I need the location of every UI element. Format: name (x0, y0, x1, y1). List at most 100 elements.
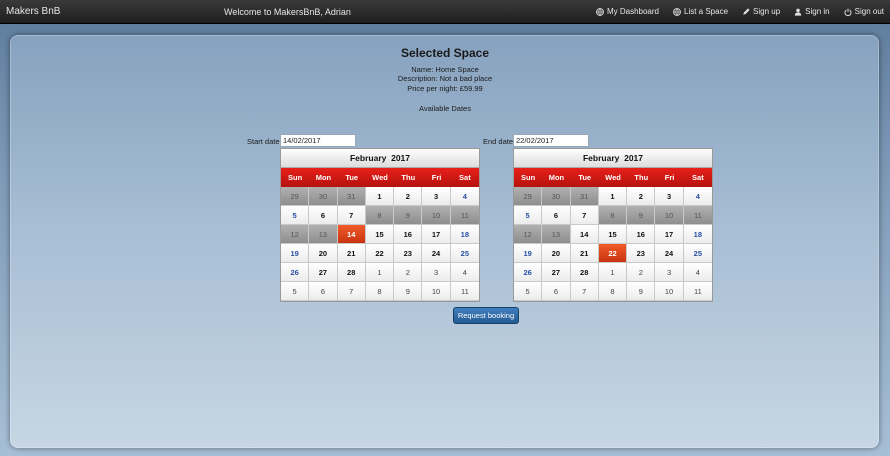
calendar-day[interactable]: 3 (655, 187, 684, 206)
calendar-day[interactable]: 26 (514, 263, 543, 282)
calendar-days-grid: 29 30 31 1 2 3 4 5 6 7 8 9 10 11 12 13 14 15 16 17 18 19 20 21 2… (281, 187, 479, 301)
calendar-day[interactable]: 26 (281, 263, 310, 282)
page-title: Selected Space (400, 46, 490, 60)
weekday-label: Sat (459, 173, 471, 182)
weekday-label: Tue (578, 173, 592, 182)
calendar-day[interactable]: 2 (627, 187, 656, 206)
weekday-label: Thu (401, 173, 416, 182)
calendar-day[interactable]: 3 (422, 187, 451, 206)
calendar-day[interactable]: 18 (683, 225, 712, 244)
calendar-day-selected[interactable]: 14 (337, 225, 366, 244)
calendar-day[interactable]: 16 (627, 225, 656, 244)
calendar-day[interactable]: 20 (309, 244, 338, 263)
calendar-day[interactable]: 23 (394, 244, 423, 263)
calendar-day[interactable]: 5 (514, 206, 543, 225)
calendar-day[interactable]: 5 (281, 282, 310, 301)
calendar-day[interactable]: 6 (309, 282, 338, 301)
calendar-day[interactable]: 9 (394, 282, 423, 301)
nav-my-dashboard-label: My Dashboard (606, 7, 659, 16)
end-date-input[interactable] (513, 134, 589, 147)
weekday-label: Sat (692, 173, 704, 182)
calendar-day: 9 (394, 206, 423, 225)
calendar-day[interactable]: 7 (337, 206, 366, 225)
calendar-day: 31 (337, 187, 366, 206)
pencil-icon (742, 7, 750, 16)
calendar-day: 29 (514, 187, 543, 206)
calendar-day[interactable]: 21 (337, 244, 366, 263)
calendar-day[interactable]: 1 (365, 263, 395, 282)
end-date-calendar: February 2017 Sun Mon Tue Wed Thu Fri Sa… (513, 148, 713, 302)
calendar-day[interactable]: 4 (683, 187, 712, 206)
calendar-day[interactable]: 18 (450, 225, 479, 244)
calendar-day[interactable]: 17 (422, 225, 451, 244)
calendar-day[interactable]: 3 (655, 263, 684, 282)
calendar-day[interactable]: 11 (683, 282, 712, 301)
nav-sign-out[interactable]: Sign out (844, 7, 884, 16)
calendar-day[interactable]: 28 (570, 263, 599, 282)
calendar-day[interactable]: 2 (627, 263, 656, 282)
space-description: Description: Not a bad place (397, 74, 493, 83)
calendar-month: February (349, 153, 387, 163)
calendar-day[interactable]: 6 (542, 206, 571, 225)
calendar-day[interactable]: 1 (598, 187, 628, 206)
weekday-label: Fri (664, 173, 675, 182)
nav-sign-up[interactable]: Sign up (742, 7, 780, 16)
calendar-day[interactable]: 5 (514, 282, 543, 301)
calendar-day[interactable]: 20 (542, 244, 571, 263)
calendar-day[interactable]: 8 (365, 282, 395, 301)
power-icon (844, 8, 852, 16)
nav-list-a-space[interactable]: List a Space (673, 7, 728, 16)
nav-my-dashboard[interactable]: My Dashboard (596, 7, 659, 16)
globe-icon (596, 7, 604, 16)
calendar-day[interactable]: 1 (598, 263, 628, 282)
calendar-day[interactable]: 22 (365, 244, 395, 263)
calendar-day[interactable]: 19 (514, 244, 543, 263)
calendar-day[interactable]: 5 (281, 206, 310, 225)
request-booking-button[interactable]: Request booking (453, 307, 519, 324)
calendar-day[interactable]: 14 (570, 225, 599, 244)
calendar-day: 31 (570, 187, 599, 206)
calendar-day[interactable]: 6 (309, 206, 338, 225)
calendar-day[interactable]: 23 (627, 244, 656, 263)
user-icon (794, 8, 802, 16)
calendar-day[interactable]: 10 (422, 282, 451, 301)
calendar-day[interactable]: 24 (655, 244, 684, 263)
calendar-day[interactable]: 28 (337, 263, 366, 282)
calendar-day[interactable]: 10 (655, 282, 684, 301)
start-date-input[interactable] (280, 134, 356, 147)
weekday-label: Mon (548, 173, 565, 182)
calendar-day[interactable]: 25 (450, 244, 479, 263)
calendar-year: 2017 (624, 153, 644, 163)
calendar-day[interactable]: 7 (570, 206, 599, 225)
calendar-day[interactable]: 4 (450, 263, 479, 282)
calendar-day-selected[interactable]: 22 (598, 244, 628, 263)
calendar-day[interactable]: 3 (422, 263, 451, 282)
calendar-day[interactable]: 27 (542, 263, 571, 282)
calendar-day[interactable]: 17 (655, 225, 684, 244)
calendar-day[interactable]: 2 (394, 187, 423, 206)
calendar-day[interactable]: 15 (598, 225, 628, 244)
nav-sign-in[interactable]: Sign in (794, 7, 830, 16)
calendar-day[interactable]: 4 (450, 187, 479, 206)
calendar-days-grid: 29 30 31 1 2 3 4 5 6 7 8 9 10 11 12 13 14 15 16 17 18 19 20 21 2… (514, 187, 712, 301)
calendar-day: 10 (655, 206, 684, 225)
calendar-year: 2017 (391, 153, 411, 163)
calendar-day[interactable]: 11 (450, 282, 479, 301)
calendar-day[interactable]: 8 (598, 282, 628, 301)
calendar-day[interactable]: 19 (281, 244, 310, 263)
calendar-day[interactable]: 16 (394, 225, 423, 244)
calendar-day[interactable]: 15 (365, 225, 395, 244)
calendar-day[interactable]: 7 (337, 282, 366, 301)
brand-logo-text[interactable]: Makers BnB (6, 6, 60, 17)
calendar-day[interactable]: 4 (683, 263, 712, 282)
calendar-day[interactable]: 9 (627, 282, 656, 301)
calendar-day[interactable]: 27 (309, 263, 338, 282)
calendar-day[interactable]: 21 (570, 244, 599, 263)
calendar-day[interactable]: 2 (394, 263, 423, 282)
calendar-day[interactable]: 1 (365, 187, 395, 206)
calendar-day[interactable]: 6 (542, 282, 571, 301)
calendar-day[interactable]: 7 (570, 282, 599, 301)
calendar-day[interactable]: 24 (422, 244, 451, 263)
calendar-day: 11 (683, 206, 712, 225)
calendar-day[interactable]: 25 (683, 244, 712, 263)
